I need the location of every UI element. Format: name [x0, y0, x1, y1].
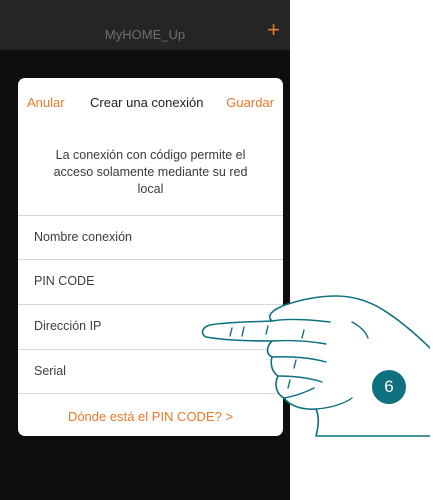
cancel-button[interactable]: Anular — [27, 95, 65, 110]
ip-address-label: Dirección IP — [34, 319, 102, 333]
add-connection-button[interactable]: + — [267, 19, 280, 41]
connection-name-label: Nombre conexión — [34, 230, 132, 244]
dialog-title: Crear una conexión — [90, 95, 204, 110]
description-text: La conexión con código permite el acceso… — [53, 148, 248, 196]
serial-label: Serial — [34, 364, 66, 378]
pin-code-label: PIN CODE — [34, 274, 95, 288]
step-number-badge: 6 — [372, 370, 406, 404]
dialog-description: La conexión con código permite el acceso… — [18, 147, 283, 198]
app-title: MyHOME_Up — [104, 27, 186, 42]
app-header: MyHOME_Up + — [0, 0, 290, 50]
connection-name-field[interactable]: Nombre conexión — [18, 215, 283, 259]
save-button[interactable]: Guardar — [226, 95, 274, 110]
screenshot-stage: MyHOME_Up + Anular Crear una conexión Gu… — [0, 0, 433, 500]
dialog-header: Anular Crear una conexión Guardar — [18, 78, 283, 126]
pointing-hand-icon — [201, 295, 430, 437]
